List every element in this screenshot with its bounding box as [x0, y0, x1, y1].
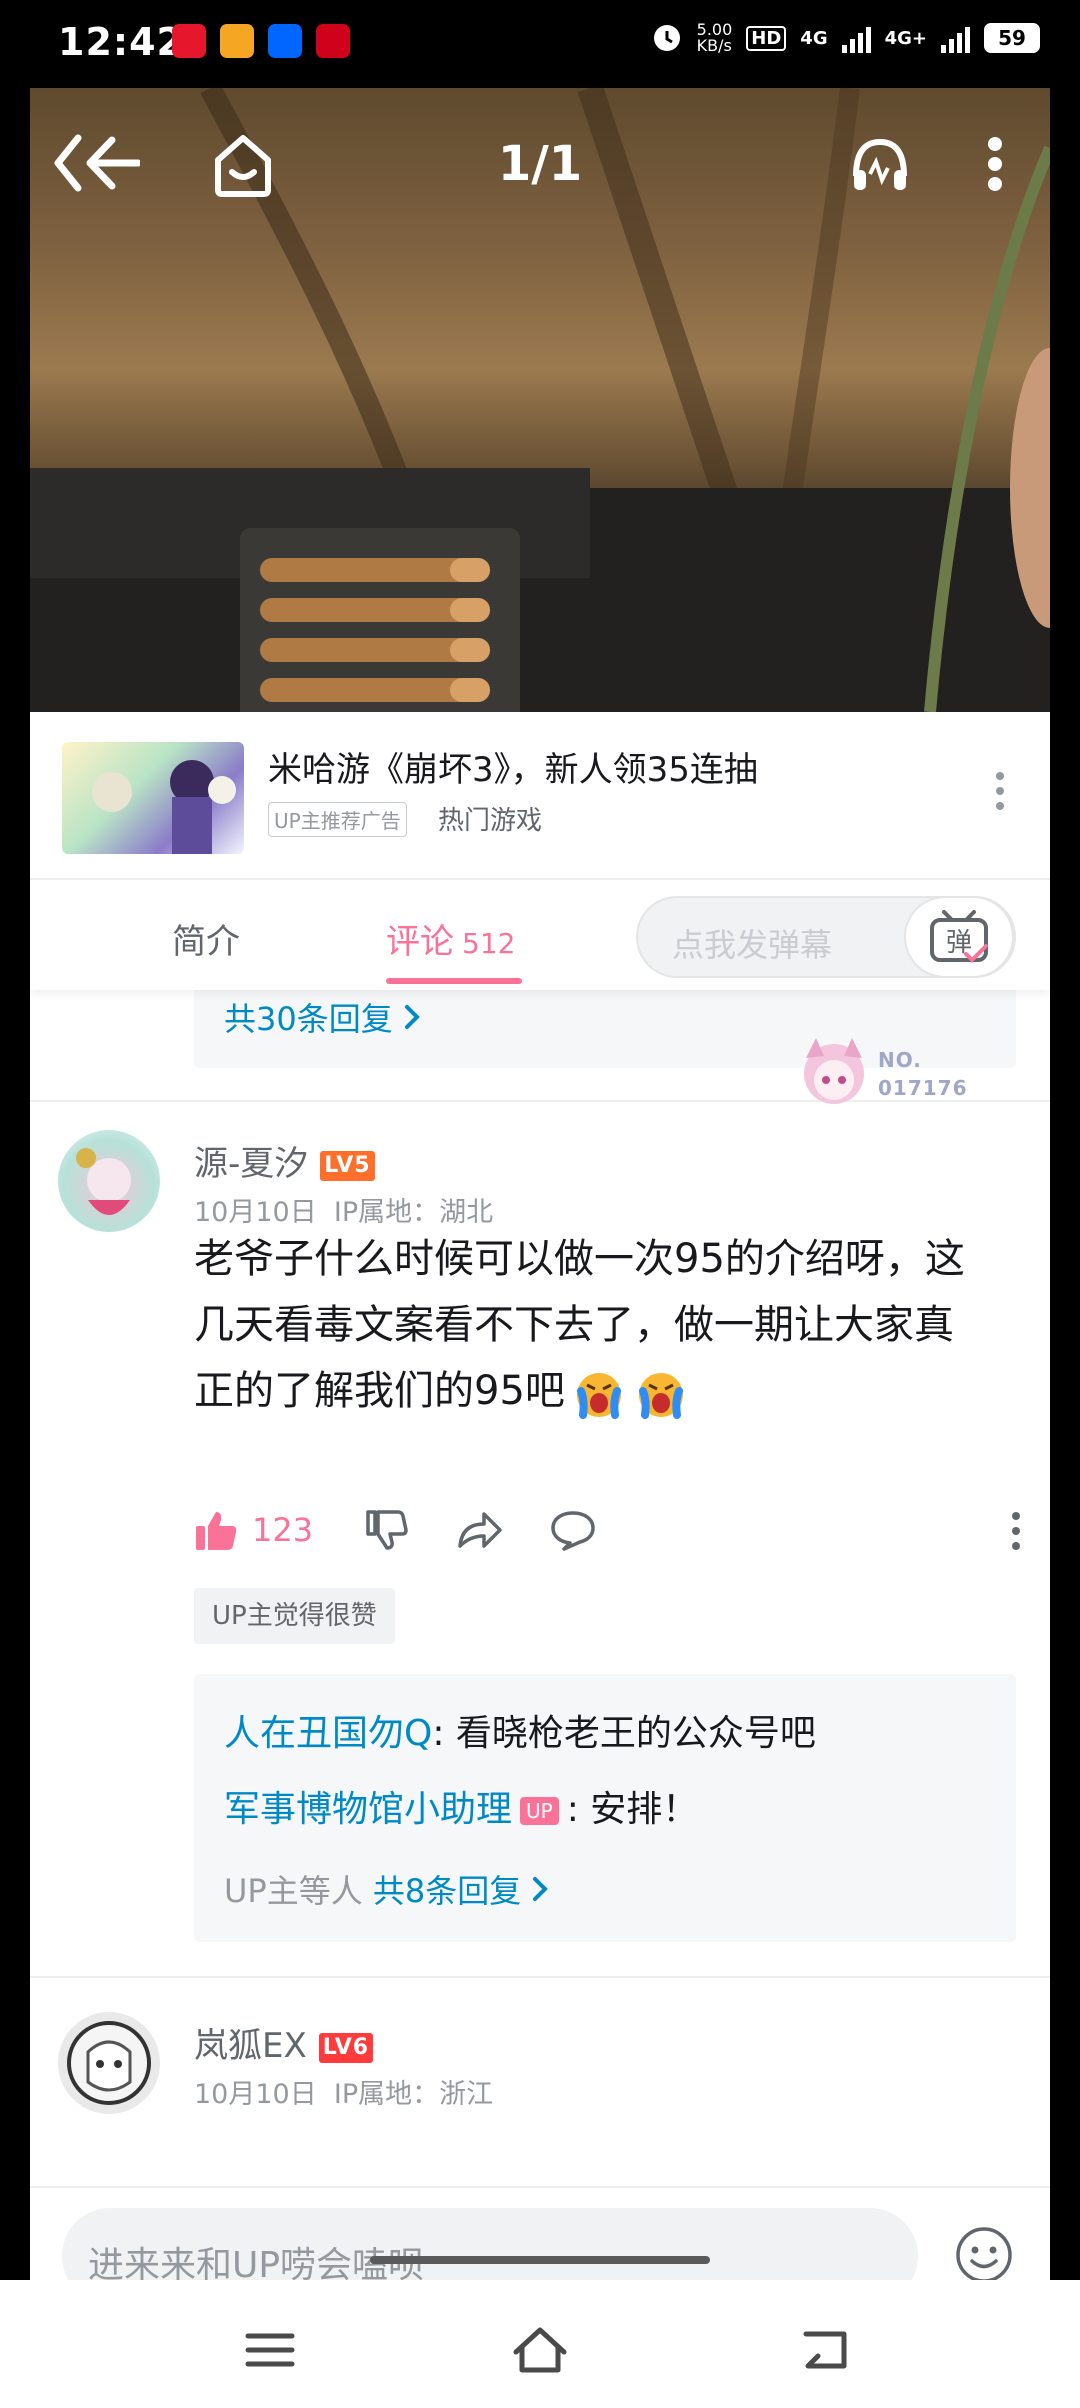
up-liked-badge: UP主觉得很赞 [194, 1588, 395, 1644]
active-tab-indicator [386, 978, 522, 984]
reply-item[interactable]: 军事博物馆小助理 UP: 安排！ [224, 1780, 698, 1832]
ad-title: 米哈游《崩坏3》，新人领35连抽 [268, 750, 758, 790]
fan-medal-avatar [804, 1038, 864, 1104]
reply-summary[interactable]: UP主等人 共8条回复 [224, 1866, 549, 1912]
ad-more-icon[interactable] [994, 770, 1006, 812]
comment-meta: 10月10日 IP属地：浙江 [194, 2079, 494, 2110]
system-back-icon[interactable] [796, 2322, 856, 2378]
reply-text: : 安排！ [566, 1789, 699, 1830]
danmaku-input[interactable]: 点我发弹幕 弹 [636, 896, 1016, 978]
share-button[interactable] [456, 1500, 502, 1560]
danmaku-placeholder: 点我发弹幕 [672, 926, 833, 964]
like-button[interactable]: 123 [194, 1500, 313, 1560]
danmaku-icon: 弹 [930, 910, 988, 963]
status-notification-icons [172, 24, 350, 58]
chevron-right-icon [533, 1877, 549, 1901]
chevron-right-icon [404, 1005, 420, 1029]
level-badge: LV5 [320, 1150, 375, 1181]
fan-medal: NO. 017176 [790, 1028, 990, 1118]
more-options-icon[interactable] [980, 134, 1010, 194]
thumbs-up-icon [196, 1512, 237, 1550]
ad-category: 热门游戏 [438, 806, 543, 836]
comment-more-icon[interactable] [1010, 1510, 1022, 1552]
like-count: 123 [252, 1511, 314, 1549]
reply-username[interactable]: 军事博物馆小助理 [224, 1789, 512, 1830]
weibo-icon [172, 24, 206, 58]
signal-icon [841, 23, 871, 53]
comment-body-line: 老爷子什么时候可以做一次95的介绍呀，这 [194, 1236, 965, 1282]
crying-emoji-icon [576, 1373, 621, 1419]
signal-icon-2 [941, 23, 970, 53]
status-bar: 12:42 5.00 KB/s HD 4G 4G+ 59 [0, 0, 1080, 88]
reply-text: : 看晓枪老王的公众号吧 [432, 1713, 816, 1754]
comment-username[interactable]: 岚狐EX LV6 [194, 2018, 374, 2067]
recents-icon[interactable] [240, 2322, 300, 2378]
detail-tabs: 简介 评论 512 点我发弹幕 弹 [30, 880, 1050, 990]
divider [30, 1976, 1050, 1978]
view-replies-link[interactable]: 共8条回复 [373, 1872, 521, 1910]
comment-input-bar: 进来来和UP唠会嗑呗 [30, 2186, 1050, 2280]
emoji-icon[interactable] [955, 2226, 1013, 2280]
comment-actions: 123 [194, 1500, 1034, 1560]
alarm-icon [653, 25, 680, 51]
status-time: 12:42 [58, 20, 184, 64]
tab-comments[interactable]: 评论 512 [386, 914, 515, 963]
thumbs-down-icon [366, 1510, 408, 1550]
danmaku-toggle-button[interactable]: 弹 [904, 896, 1014, 978]
tab-comments-label: 评论 [386, 922, 454, 962]
app-window: 1/1 米哈游《崩坏3》，新人领35连抽 UP主推荐广告 热门游戏 简介 评论 … [30, 88, 1050, 2280]
comment-username[interactable]: 源-夏汐 LV5 [194, 1136, 375, 1185]
avatar[interactable] [58, 1130, 160, 1232]
screen: 12:42 5.00 KB/s HD 4G 4G+ 59 1/1 米哈游《崩坏3… [0, 0, 1080, 2408]
previous-replies-link[interactable]: 共30条回复 [224, 994, 421, 1040]
reply-preview-box[interactable]: 人在丑国勿Q: 看晓枪老王的公众号吧 军事博物馆小助理 UP: 安排！ UP主等人… [194, 1674, 1016, 1942]
fan-number: NO. 017176 [878, 1048, 968, 1100]
ad-card[interactable]: 米哈游《崩坏3》，新人领35连抽 UP主推荐广告 热门游戏 [30, 712, 1050, 880]
battery-indicator: 59 [984, 23, 1040, 53]
tab-comments-count: 512 [462, 927, 516, 960]
dislike-button[interactable] [364, 1500, 408, 1560]
network-speed: 5.00 KB/s [696, 20, 733, 55]
up-badge: UP [520, 1797, 559, 1825]
ad-sponsored-tag: UP主推荐广告 [268, 802, 407, 837]
audio-mode-icon[interactable] [850, 134, 910, 194]
reply-button[interactable] [550, 1500, 596, 1560]
network-type-2: 4G+ [884, 27, 927, 49]
comment-body: 老爷子什么时候可以做一次95的介绍呀，这 几天看毒文案看不下去了，做一期让大家真… [194, 1226, 1034, 1424]
network-type-1: 4G [800, 27, 828, 49]
avatar[interactable] [58, 2012, 160, 2114]
comment-icon [551, 1511, 595, 1551]
comment-body-line: 几天看毒文案看不下去了，做一期让大家真 [194, 1302, 954, 1348]
reply-username[interactable]: 人在丑国勿Q [224, 1713, 432, 1754]
comment-input[interactable]: 进来来和UP唠会嗑呗 [62, 2208, 918, 2280]
tab-intro[interactable]: 简介 [172, 914, 240, 963]
news-icon [316, 24, 350, 58]
level-badge: LV6 [318, 2032, 374, 2063]
zhihu-icon [268, 24, 302, 58]
system-home-icon[interactable] [510, 2322, 570, 2378]
share-icon [458, 1512, 502, 1548]
gesture-bar[interactable] [370, 2256, 710, 2264]
system-navigation-bar [0, 2280, 1080, 2408]
mail-icon [220, 24, 254, 58]
reply-item[interactable]: 人在丑国勿Q: 看晓枪老王的公众号吧 [224, 1704, 816, 1756]
video-player[interactable]: 1/1 [30, 88, 1050, 712]
video-top-bar: 1/1 [30, 88, 1050, 238]
hd-badge: HD [746, 25, 787, 51]
comment-body-line: 正的了解我们的95吧 [194, 1358, 1034, 1424]
comment-meta: 10月10日 IP属地：湖北 [194, 1197, 494, 1228]
status-right: 5.00 KB/s HD 4G 4G+ 59 [651, 22, 1040, 54]
comment-list: 共30条回复 源-夏汐 LV5 10月10日 IP属地：湖北 NO. 01717… [30, 990, 1050, 2186]
ad-thumbnail [62, 742, 244, 854]
crying-emoji-icon [638, 1373, 683, 1419]
